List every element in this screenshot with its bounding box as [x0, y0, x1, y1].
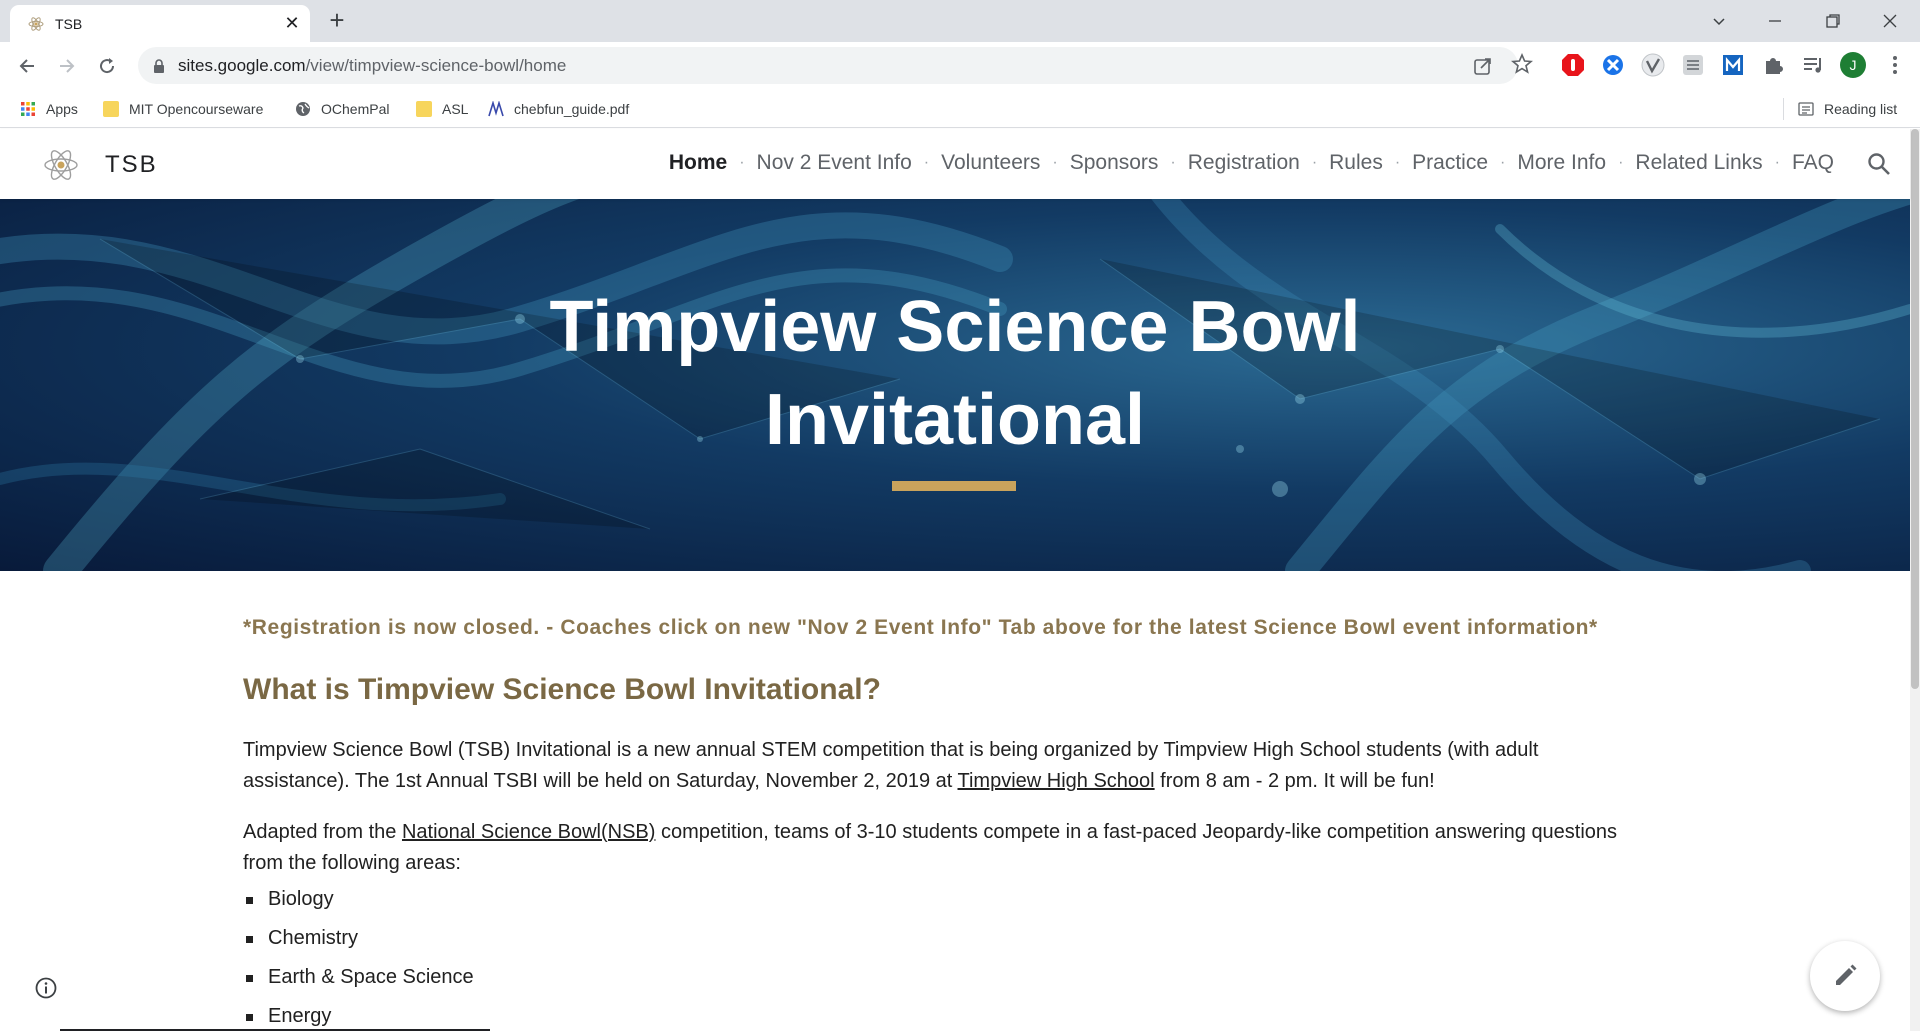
url-text[interactable]: sites.google.com/view/timpview-science-b…	[178, 56, 566, 76]
nsb-paragraph: Adapted from the National Science Bowl(N…	[243, 817, 1623, 879]
section-heading: What is Timpview Science Bowl Invitation…	[243, 673, 881, 706]
folder-icon	[416, 101, 432, 117]
bookmarks-bar: Apps MIT Opencourseware OChemPal ASL che…	[0, 89, 1920, 128]
menu-icon[interactable]	[1882, 52, 1908, 78]
media-icon[interactable]	[1800, 52, 1826, 78]
nav-more-info[interactable]: More Info	[1517, 151, 1606, 175]
search-icon[interactable]	[1866, 151, 1892, 177]
nav-home[interactable]: Home	[669, 151, 727, 175]
restore-icon[interactable]	[1818, 6, 1848, 36]
nav-faq[interactable]: FAQ	[1792, 151, 1834, 175]
bookmark-label: chebfun_guide.pdf	[514, 101, 630, 117]
nav-separator: ·	[1618, 154, 1624, 171]
nav-registration[interactable]: Registration	[1188, 151, 1300, 175]
browser-tab[interactable]: TSB ✕	[10, 5, 310, 42]
site-name[interactable]: TSB	[105, 151, 158, 179]
extensions-icon[interactable]	[1760, 52, 1786, 78]
edit-icon	[1836, 964, 1857, 985]
reader-extension-icon[interactable]	[1680, 52, 1706, 78]
tab-title: TSB	[55, 16, 83, 32]
timpview-high-school-link[interactable]: Timpview High School	[958, 770, 1155, 792]
atom-logo-icon[interactable]	[42, 146, 80, 184]
close-window-icon[interactable]	[1875, 6, 1905, 36]
atom-favicon-icon	[28, 17, 44, 31]
forward-icon[interactable]	[52, 51, 82, 81]
nav-sponsors[interactable]: Sponsors	[1070, 151, 1159, 175]
nav-separator: ·	[1774, 154, 1780, 171]
bookmark-label: MIT Opencourseware	[129, 101, 264, 117]
hero-banner: Timpview Science Bowl Invitational	[0, 199, 1910, 571]
tab-strip: TSB ✕ +	[0, 0, 1920, 42]
intro-paragraph: Timpview Science Bowl (TSB) Invitational…	[243, 735, 1623, 797]
nav-separator: ·	[1311, 154, 1318, 171]
profile-avatar[interactable]: J	[1840, 52, 1866, 78]
nav-volunteers[interactable]: Volunteers	[941, 151, 1040, 175]
bookmark-label: Apps	[46, 101, 78, 117]
list-item: Biology	[243, 884, 474, 923]
list-item: Earth & Space Science	[243, 962, 474, 1001]
bookmark-label: OChemPal	[321, 101, 390, 117]
chebfun-icon	[488, 101, 504, 117]
list-item: Chemistry	[243, 923, 474, 962]
hero-title-line-1: Timpview Science Bowl	[549, 287, 1361, 367]
folder-icon	[103, 101, 119, 117]
url-host: sites.google.com	[178, 56, 306, 75]
info-icon[interactable]	[34, 976, 58, 1000]
nav-separator: ·	[1170, 154, 1176, 171]
tab-search-icon[interactable]	[1704, 6, 1734, 36]
site-navigation: Home · Nov 2 Event Info · Volunteers · S…	[669, 151, 1834, 175]
scrollbar-thumb[interactable]	[1911, 129, 1919, 689]
reload-icon[interactable]	[92, 51, 122, 81]
hero-title-line-2: Invitational	[764, 380, 1146, 460]
nav-separator: ·	[923, 154, 930, 171]
hero-accent-rule	[892, 481, 1016, 491]
apps-grid-icon	[21, 102, 35, 116]
lock-icon[interactable]	[152, 58, 166, 74]
new-tab-button[interactable]: +	[324, 7, 350, 34]
national-science-bowl-link[interactable]: National Science Bowl(NSB)	[402, 821, 655, 843]
bookmark-label: ASL	[442, 101, 469, 117]
nav-separator: ·	[1394, 154, 1401, 171]
back-icon[interactable]	[12, 51, 42, 81]
registration-closed-notice: *Registration is now closed. - Coaches c…	[243, 616, 1598, 639]
nav-related-links[interactable]: Related Links	[1635, 151, 1762, 175]
site-header: TSB Home · Nov 2 Event Info · Volunteers…	[0, 129, 1910, 199]
nav-separator: ·	[1052, 154, 1058, 171]
url-path: /view/timpview-science-bowl/home	[305, 56, 567, 75]
list-item: Energy	[243, 1001, 474, 1031]
bookmark-mit-opencourseware[interactable]: MIT Opencourseware	[103, 98, 263, 120]
bookmark-asl[interactable]: ASL	[416, 98, 468, 120]
reading-list-button[interactable]: Reading list	[1783, 98, 1897, 120]
m-extension-icon[interactable]	[1720, 52, 1746, 78]
vimeo-extension-icon[interactable]	[1640, 52, 1666, 78]
bookmark-apps[interactable]: Apps	[20, 98, 78, 120]
browser-toolbar: sites.google.com/view/timpview-science-b…	[0, 42, 1920, 89]
bookmark-ochempal[interactable]: OChemPal	[295, 98, 389, 120]
nsb-text-1: Adapted from the	[243, 821, 402, 843]
globe-icon	[296, 102, 310, 116]
reading-list-icon	[1798, 102, 1814, 116]
tab-close-icon[interactable]: ✕	[282, 13, 302, 33]
edit-button[interactable]	[1810, 941, 1880, 1011]
star-icon[interactable]	[1511, 53, 1533, 75]
adblock-extension-icon[interactable]	[1560, 52, 1586, 78]
subject-areas-list: Biology Chemistry Earth & Space Science …	[243, 884, 474, 1031]
blue-extension-icon[interactable]	[1600, 52, 1626, 78]
nav-practice[interactable]: Practice	[1412, 151, 1488, 175]
nav-nov-2-event-info[interactable]: Nov 2 Event Info	[757, 151, 912, 175]
hero-title: Timpview Science Bowl Invitational	[0, 281, 1910, 467]
nav-separator: ·	[1500, 154, 1506, 171]
nav-rules[interactable]: Rules	[1329, 151, 1383, 175]
minimize-icon[interactable]	[1760, 6, 1790, 36]
address-bar[interactable]: sites.google.com/view/timpview-science-b…	[138, 47, 1518, 84]
bookmark-chebfun-guide[interactable]: chebfun_guide.pdf	[488, 98, 629, 120]
intro-text-2: from 8 am - 2 pm. It will be fun!	[1154, 770, 1435, 792]
reading-list-label: Reading list	[1824, 101, 1898, 117]
share-icon[interactable]	[1472, 55, 1494, 77]
nav-separator: ·	[739, 154, 745, 171]
